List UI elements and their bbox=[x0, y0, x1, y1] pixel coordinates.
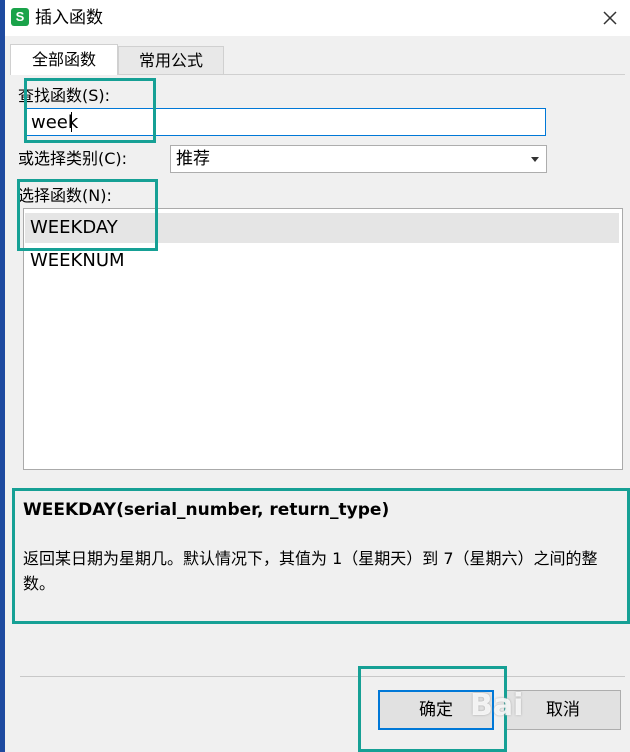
close-button[interactable] bbox=[596, 4, 624, 32]
search-label: 查找函数(S): bbox=[18, 86, 111, 105]
function-list[interactable]: WEEKDAY WEEKNUM bbox=[23, 208, 623, 470]
search-input[interactable] bbox=[24, 108, 546, 136]
insert-function-dialog: S 插入函数 全部函数 常用公式 查找函数(S): 或选择类别(C): 推荐 选… bbox=[5, 0, 630, 752]
title-bar: S 插入函数 bbox=[5, 0, 630, 36]
category-select[interactable]: 推荐 bbox=[170, 145, 547, 173]
tab-all-functions[interactable]: 全部函数 bbox=[10, 44, 118, 75]
close-icon bbox=[603, 11, 617, 25]
function-signature: WEEKDAY(serial_number, return_type) bbox=[23, 500, 390, 520]
list-item-weekday[interactable]: WEEKDAY bbox=[25, 213, 619, 243]
chevron-down-icon bbox=[531, 157, 539, 162]
text-caret bbox=[71, 112, 72, 132]
function-description: 返回某日期为星期几。默认情况下，其值为 1（星期天）到 7（星期六）之间的整数。 bbox=[23, 549, 598, 593]
category-select-value: 推荐 bbox=[176, 149, 210, 169]
function-list-label: 选择函数(N): bbox=[18, 186, 112, 205]
separator-line bbox=[20, 676, 625, 677]
category-label: 或选择类别(C): bbox=[18, 149, 128, 168]
wps-app-icon: S bbox=[11, 8, 29, 26]
tab-common-formulas[interactable]: 常用公式 bbox=[118, 46, 224, 74]
ok-button[interactable]: 确定 bbox=[378, 690, 494, 730]
list-item-weeknum[interactable]: WEEKNUM bbox=[25, 246, 619, 276]
cancel-button[interactable]: 取消 bbox=[505, 690, 621, 730]
dialog-title: 插入函数 bbox=[35, 8, 103, 28]
